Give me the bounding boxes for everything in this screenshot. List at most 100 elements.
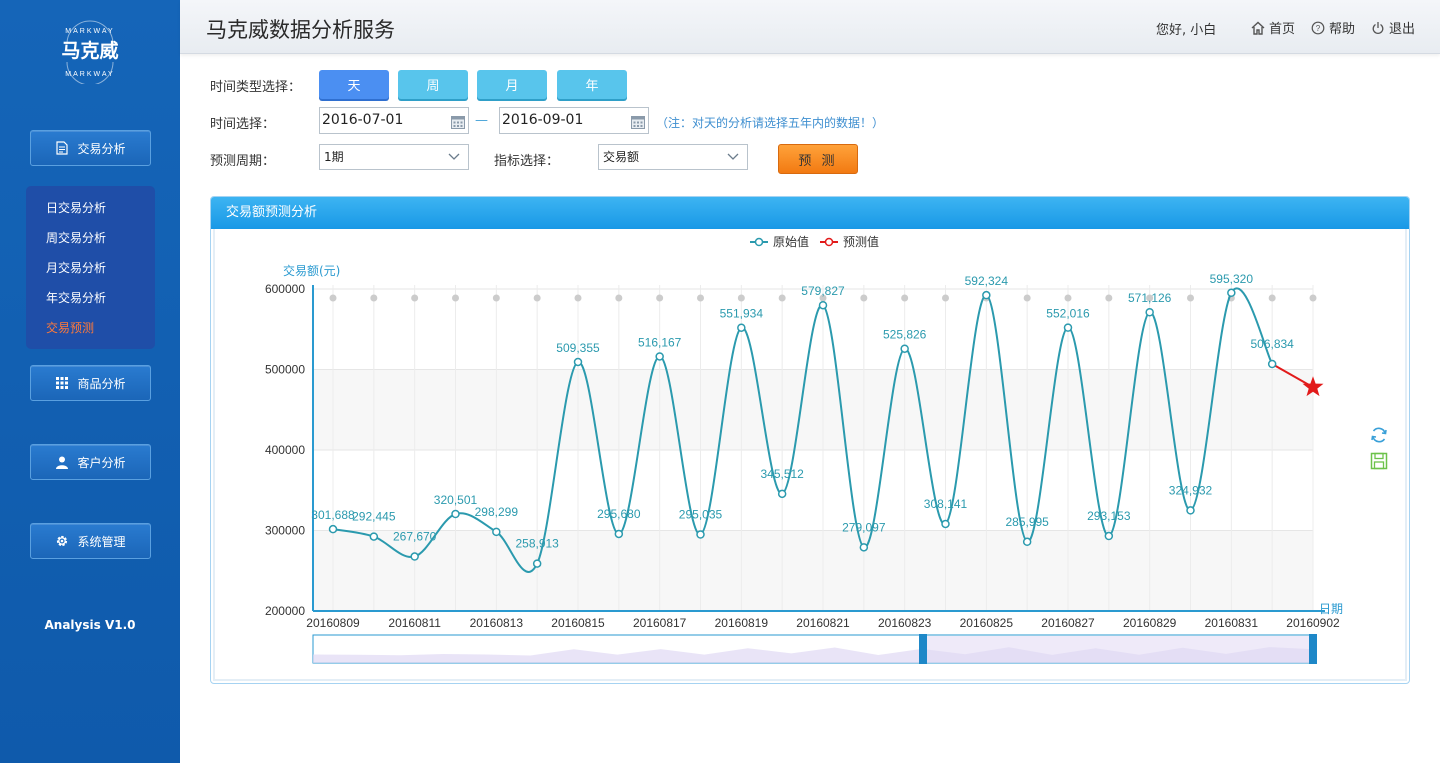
date-range-separator: — bbox=[475, 113, 488, 128]
x-axis-title: 日期 bbox=[1319, 602, 1343, 616]
help-icon: ? bbox=[1311, 21, 1325, 35]
home-link[interactable]: 首页 bbox=[1251, 18, 1295, 37]
top-marker bbox=[1023, 294, 1031, 302]
top-marker bbox=[492, 294, 500, 302]
data-point bbox=[900, 344, 909, 353]
data-point bbox=[451, 509, 460, 519]
data-point bbox=[614, 529, 624, 539]
logout-link-label: 退出 bbox=[1389, 22, 1416, 37]
data-point bbox=[818, 300, 828, 310]
y-tick-label: 600000 bbox=[265, 282, 305, 296]
type-button-week[interactable]: 周 bbox=[398, 70, 468, 99]
legend-marker-original bbox=[754, 237, 764, 247]
date-range-note: （注：对天的分析请选择五年内的数据！） bbox=[656, 116, 885, 130]
end-date-value: 2016-09-01 bbox=[502, 112, 584, 128]
refresh-icon[interactable] bbox=[1369, 425, 1389, 445]
legend-label-original: 原始值 bbox=[773, 234, 809, 249]
forecast-period-label: 预测周期： bbox=[210, 154, 276, 169]
top-marker bbox=[860, 294, 868, 302]
data-point bbox=[1145, 307, 1154, 317]
data-label: 279,097 bbox=[842, 520, 886, 534]
top-marker bbox=[370, 294, 378, 302]
top-marker bbox=[1105, 294, 1113, 302]
y-axis-title: 交易额(元) bbox=[283, 263, 340, 278]
data-point bbox=[328, 524, 338, 534]
top-marker bbox=[574, 294, 582, 302]
x-tick-label: 20160821 bbox=[796, 616, 850, 630]
predict-button[interactable]: 预 测 bbox=[778, 144, 858, 174]
top-marker bbox=[901, 294, 909, 302]
logo-text: 马克威 bbox=[61, 39, 118, 62]
forecast-period-select[interactable]: 1期 bbox=[319, 144, 469, 170]
data-label: 595,320 bbox=[1210, 272, 1254, 286]
data-point bbox=[1063, 323, 1073, 332]
logout-link[interactable]: 退出 bbox=[1371, 18, 1415, 37]
x-tick-label: 20160827 bbox=[1041, 616, 1095, 630]
calendar-icon[interactable] bbox=[631, 113, 645, 129]
data-label: 516,167 bbox=[638, 335, 682, 349]
nav-customer-analysis[interactable]: 客户分析 bbox=[30, 444, 151, 480]
data-point bbox=[1186, 506, 1195, 515]
submenu-item-yearly[interactable]: 年交易分析 bbox=[26, 288, 155, 318]
save-icon[interactable] bbox=[1369, 451, 1389, 471]
nav-system-management[interactable]: 系统管理 bbox=[30, 523, 151, 559]
indicator-label: 指标选择： bbox=[494, 154, 560, 169]
data-label: 295,035 bbox=[679, 507, 723, 521]
plot-band bbox=[313, 450, 1313, 531]
submenu-item-monthly[interactable]: 月交易分析 bbox=[26, 258, 155, 288]
data-label: 324,932 bbox=[1169, 483, 1213, 497]
top-marker bbox=[411, 294, 419, 302]
legend-label-forecast: 预测值 bbox=[843, 234, 879, 249]
data-label: 592,324 bbox=[965, 274, 1009, 288]
gear-icon bbox=[55, 534, 69, 548]
nav-product-analysis[interactable]: 商品分析 bbox=[30, 365, 151, 401]
data-point bbox=[737, 323, 746, 332]
nav-transaction-analysis[interactable]: 交易分析 bbox=[30, 130, 151, 166]
y-tick-label: 200000 bbox=[265, 604, 305, 618]
forecast-panel: 交易额预测分析 600000 500000 400000 300000 200000 20… bbox=[210, 196, 1410, 684]
data-label: 579,827 bbox=[801, 284, 845, 298]
submenu-item-forecast[interactable]: 交易预测 bbox=[26, 318, 155, 348]
submenu-item-daily[interactable]: 日交易分析 bbox=[26, 198, 155, 228]
data-label: 308,141 bbox=[924, 497, 968, 511]
data-point bbox=[982, 290, 991, 300]
data-label: 295,680 bbox=[597, 507, 641, 521]
submenu-item-weekly[interactable]: 周交易分析 bbox=[26, 228, 155, 258]
type-button-year[interactable]: 年 bbox=[557, 70, 627, 99]
data-point bbox=[777, 489, 787, 499]
home-icon bbox=[1251, 21, 1265, 35]
datazoom-handle-right bbox=[1309, 634, 1317, 664]
time-select-label: 时间选择： bbox=[210, 117, 276, 132]
calendar-icon[interactable] bbox=[451, 113, 465, 129]
help-link[interactable]: ? 帮助 bbox=[1311, 18, 1355, 37]
nav-label: 系统管理 bbox=[77, 534, 126, 549]
y-tick-label: 400000 bbox=[265, 443, 305, 457]
top-header: 马克威数据分析服务 您好, 小白 首页 ? 帮助 退出 bbox=[180, 0, 1440, 54]
nav-label: 交易分析 bbox=[77, 141, 126, 156]
data-point bbox=[1227, 288, 1236, 298]
top-marker bbox=[697, 294, 704, 302]
user-greeting: 您好, 小白 bbox=[1156, 23, 1217, 38]
start-date-input[interactable]: 2016-07-01 bbox=[319, 107, 469, 134]
power-icon bbox=[1371, 21, 1385, 35]
data-label: 293,153 bbox=[1087, 509, 1131, 523]
forecast-period-value: 1期 bbox=[324, 150, 344, 164]
end-date-input[interactable]: 2016-09-01 bbox=[499, 107, 649, 134]
x-tick-label: 20160815 bbox=[551, 616, 605, 630]
type-button-day[interactable]: 天 bbox=[319, 70, 389, 99]
data-point bbox=[573, 357, 583, 367]
top-marker bbox=[615, 294, 623, 302]
type-button-month[interactable]: 月 bbox=[477, 70, 547, 99]
logo-arc-text-bottom: MARKWAY bbox=[65, 71, 114, 78]
indicator-value: 交易额 bbox=[603, 150, 640, 164]
x-tick-label: 20160819 bbox=[715, 616, 769, 630]
panel-title: 交易额预测分析 bbox=[211, 197, 1409, 229]
x-tick-label: 20160902 bbox=[1286, 616, 1340, 630]
plot-band bbox=[313, 369, 1313, 450]
top-marker bbox=[942, 294, 949, 302]
indicator-select[interactable]: 交易额 bbox=[598, 144, 748, 170]
data-label: 298,299 bbox=[475, 505, 519, 519]
top-marker bbox=[1187, 294, 1194, 302]
x-tick-label: 20160831 bbox=[1205, 616, 1259, 630]
data-label: 552,016 bbox=[1046, 307, 1090, 321]
